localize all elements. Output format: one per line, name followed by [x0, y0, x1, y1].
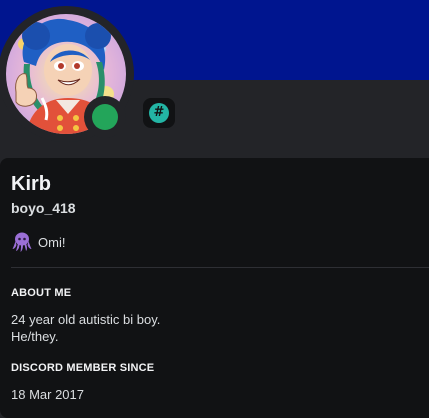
about-me-line-2: He/they.: [11, 329, 59, 344]
octopus-emoji-icon: [12, 232, 32, 252]
member-since-date: 18 Mar 2017: [11, 387, 84, 402]
about-me-line-1: 24 year old autistic bi boy.: [11, 312, 161, 327]
section-divider: [11, 267, 429, 268]
username[interactable]: boyo_418: [11, 200, 76, 216]
hashtag-badge-icon: #: [149, 103, 169, 123]
online-status-indicator: [92, 104, 118, 130]
about-me-heading: ABOUT ME: [11, 287, 72, 299]
member-since-heading: DISCORD MEMBER SINCE: [11, 362, 155, 374]
custom-status-text: Omi!: [38, 234, 66, 250]
display-name: Kirb: [11, 173, 51, 195]
profile-badge[interactable]: #: [143, 98, 175, 128]
custom-status: Omi!: [11, 231, 65, 253]
